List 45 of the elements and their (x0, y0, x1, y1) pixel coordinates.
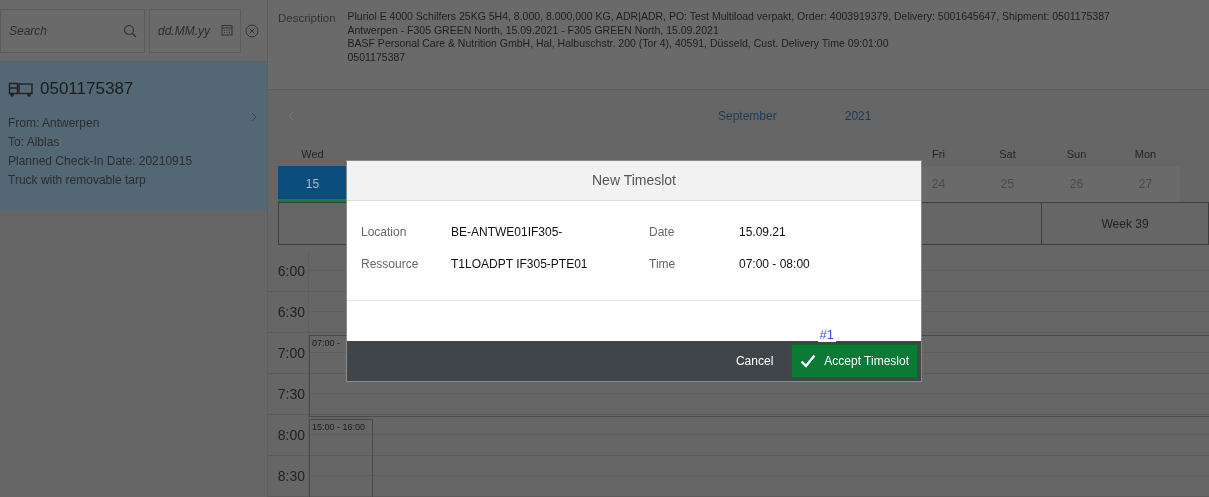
shipment-detail: Planned Check-In Date: 20210915 (8, 152, 193, 170)
description-text: 0501175387 (347, 50, 406, 64)
shipment-detail: To: Alblas (8, 133, 60, 151)
year-selector[interactable]: 2021 (844, 107, 872, 126)
description-label: Description (278, 11, 336, 26)
calendar-icon (221, 23, 233, 36)
time-label: 6:00 (276, 261, 306, 281)
shipment-list-item[interactable]: 0501175387 From: Antwerpen To: Alblas Planned Check-In Date: 20210915 Truck with removable tarp (0, 62, 267, 210)
clear-icon[interactable] (245, 23, 259, 38)
field-value: T1LOADPT IF305-PTE01 (451, 256, 588, 273)
shipment-detail: From: Antwerpen (8, 114, 100, 132)
field-label: Location (361, 224, 407, 241)
field-label: Ressource (361, 256, 419, 273)
day-cell[interactable]: 15 (278, 166, 347, 203)
weekday-label: Sun (1065, 147, 1088, 163)
search-field[interactable]: Search (0, 8, 145, 53)
field-value: BE-ANTWE01IF305- (451, 224, 563, 241)
field-value: 07:00 - 08:00 (739, 256, 810, 273)
chevron-right-icon (251, 111, 257, 122)
field-label: Date (649, 224, 675, 241)
field-label: Time (649, 256, 676, 273)
weekday-label: Mon (1133, 147, 1158, 163)
time-label: 7:30 (276, 384, 306, 404)
time-label: 8:30 (276, 466, 306, 486)
time-label: 7:00 (276, 343, 306, 363)
description-text: Pluriol E 4000 Schilfers 25KG 5H4, 8.000, 8.000,000 KG, ADR|ADR, PO: Test Multiload verpakt, Order: 4003919379, Delivery: 5001645647, Shipment: 0501175387 (347, 10, 1110, 24)
cancel-button[interactable]: Cancel (731, 348, 778, 374)
annotation-label: #1 (817, 328, 836, 342)
accept-button[interactable]: Accept Timeslot (791, 344, 918, 378)
description-text: Antwerpen - F305 GREEN North, 15.09.2021 - F305 GREEN North, 15.09.2021 (347, 23, 719, 37)
shipment-detail: Truck with removable tarp (8, 171, 146, 189)
shipment-number: 0501175387 (40, 78, 134, 100)
weekday-label: Wed (300, 147, 325, 163)
month-selector[interactable]: September (718, 107, 777, 126)
dialog-title: New Timeslot (347, 161, 921, 201)
date-field[interactable]: dd.MM.yy (149, 8, 241, 53)
weekday-label: Fri (931, 147, 946, 163)
search-icon (123, 23, 137, 38)
time-label: 6:30 (276, 302, 306, 322)
week-label: Week 39 (1042, 202, 1209, 245)
weekday-label: Sat (998, 147, 1017, 163)
field-value: 15.09.21 (739, 224, 786, 241)
check-icon (800, 354, 817, 368)
description-text: BASF Personal Care & Nutrition GmbH, Hal, Halbuschstr. 200 (Tor 4), 40591, Düsseld, Cust. Delivery Time 09:01:00 (347, 37, 889, 51)
time-label: 8:00 (276, 425, 306, 445)
